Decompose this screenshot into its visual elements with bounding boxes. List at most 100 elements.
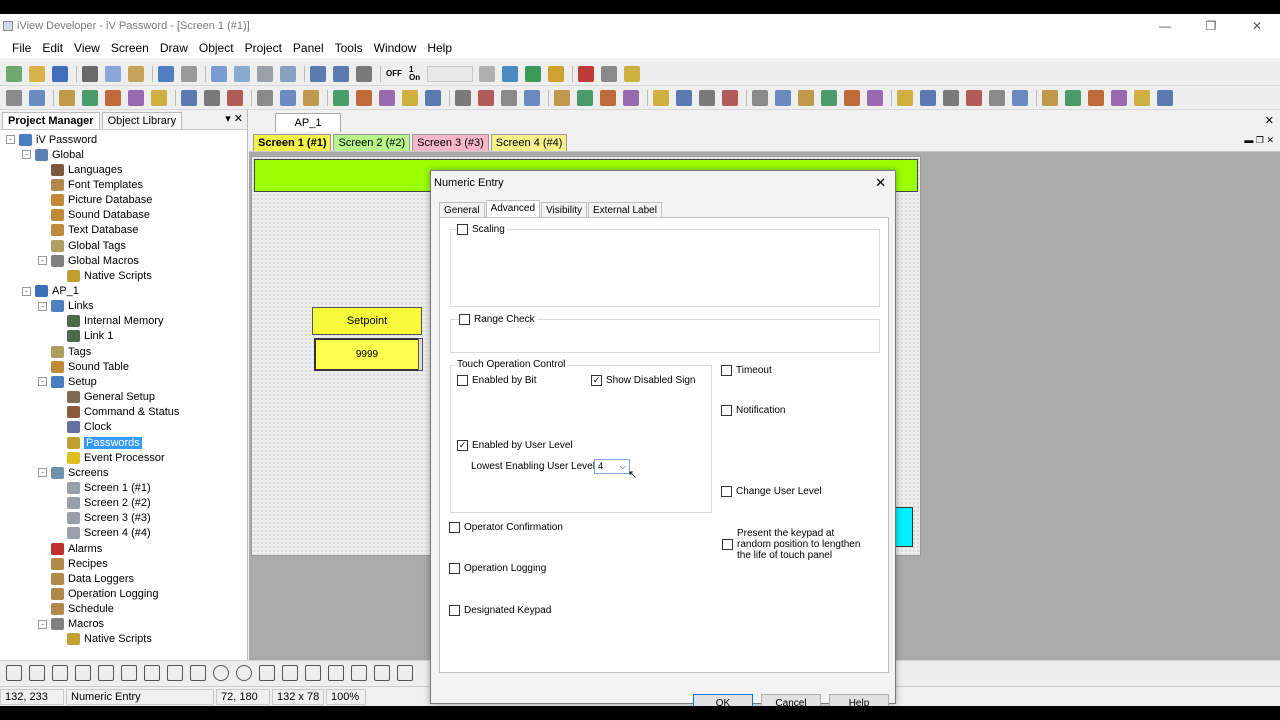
toolbar-tool-icon[interactable] — [844, 89, 860, 106]
toolbar-tool-icon[interactable] — [989, 89, 1005, 106]
tree-item[interactable]: - iV Password — [6, 132, 97, 147]
tree-item[interactable]: - Setup — [38, 374, 97, 389]
tree-item[interactable]: Screen 3 (#3) — [54, 511, 151, 526]
tree-item[interactable]: Languages — [38, 162, 122, 177]
toolbar-tool-icon[interactable] — [59, 89, 75, 106]
menu-help[interactable]: Help — [427, 41, 452, 55]
draw-tool-icon[interactable] — [236, 664, 252, 681]
toolbar-tool-icon[interactable] — [1088, 89, 1104, 106]
operator-confirmation-checkbox[interactable]: Operator Confirmation — [449, 522, 563, 533]
toolbar-tool-icon[interactable] — [280, 65, 296, 82]
toolbar-tool-icon[interactable] — [867, 89, 883, 106]
toolbar-tool-icon[interactable] — [82, 89, 98, 106]
toolbar-tool-icon[interactable] — [1012, 89, 1028, 106]
draw-tool-icon[interactable] — [167, 664, 183, 681]
toolbar-tool-icon[interactable] — [128, 89, 144, 106]
toolbar-tool-icon[interactable] — [601, 65, 618, 82]
draw-tool-icon[interactable] — [190, 664, 206, 681]
toolbar-tool-icon[interactable] — [548, 65, 565, 82]
show-disabled-sign-box[interactable]: ✓ — [591, 375, 602, 386]
lowest-level-select[interactable]: 4 ⌵ — [594, 459, 630, 474]
show-disabled-sign-checkbox[interactable]: ✓ Show Disabled Sign — [591, 375, 696, 386]
toolbar-tool-icon[interactable] — [676, 89, 692, 106]
menu-draw[interactable]: Draw — [160, 41, 188, 55]
tab-general[interactable]: General — [439, 202, 485, 218]
tree-item[interactable]: - Macros — [38, 617, 104, 632]
toolbar-tool-icon[interactable] — [333, 89, 349, 106]
draw-tool-icon[interactable] — [144, 664, 160, 681]
tree-item[interactable]: Operation Logging — [38, 587, 159, 602]
tree-item[interactable]: Screen 2 (#2) — [54, 496, 151, 511]
tree-item[interactable]: Data Loggers — [38, 571, 134, 586]
toolbar-tool-icon[interactable] — [227, 89, 243, 106]
toolbar-tool-icon[interactable] — [310, 65, 326, 82]
draw-tool-icon[interactable] — [328, 664, 344, 681]
change-user-level-checkbox[interactable]: Change User Level — [721, 486, 822, 497]
toolbar-tool-icon[interactable] — [600, 89, 616, 106]
toolbar-tool-icon[interactable] — [501, 89, 517, 106]
cancel-button[interactable]: Cancel — [761, 694, 821, 706]
toolbar-tool-icon[interactable] — [204, 89, 220, 106]
toggle-off-icon[interactable]: OFF — [386, 69, 402, 78]
tab-external-label[interactable]: External Label — [588, 202, 662, 218]
tree-expander-icon[interactable]: - — [38, 301, 47, 311]
menu-object[interactable]: Object — [199, 41, 234, 55]
toolbar-tool-icon[interactable] — [943, 89, 959, 106]
operation-logging-checkbox[interactable]: Operation Logging — [449, 563, 546, 574]
random-keypad-box[interactable] — [722, 539, 733, 550]
draw-tool-icon[interactable] — [282, 664, 298, 681]
setpoint-label-object[interactable]: Setpoint — [312, 307, 422, 335]
toolbar-tool-icon[interactable] — [52, 65, 68, 82]
operator-confirmation-box[interactable] — [449, 522, 460, 533]
toolbar-tool-icon[interactable] — [211, 65, 227, 82]
toolbar-tool-icon[interactable] — [6, 89, 22, 106]
toolbar-tool-icon[interactable] — [356, 89, 372, 106]
tree-expander-icon[interactable]: - — [38, 377, 47, 387]
toolbar-tool-icon[interactable] — [280, 89, 296, 106]
toolbar-tool-icon[interactable] — [356, 65, 372, 82]
menu-window[interactable]: Window — [374, 41, 417, 55]
toolbar-tool-icon[interactable] — [257, 65, 273, 82]
tab-project-manager[interactable]: Project Manager — [2, 112, 100, 129]
toolbar-tool-icon[interactable] — [402, 89, 418, 106]
enabled-by-bit-box[interactable] — [457, 375, 468, 386]
enabled-by-user-level-box[interactable]: ✓ — [457, 440, 468, 451]
tree-item[interactable]: Text Database — [38, 223, 138, 238]
tree-item[interactable]: Passwords — [54, 435, 142, 450]
help-button[interactable]: Help — [829, 694, 889, 706]
toolbar-tool-icon[interactable] — [158, 65, 174, 82]
tree-item[interactable]: - Links — [38, 299, 94, 314]
menu-screen[interactable]: Screen — [111, 41, 149, 55]
toolbar-tool-icon[interactable] — [105, 65, 121, 82]
tab-screen-4[interactable]: Screen 4 (#4) — [490, 134, 568, 151]
draw-tool-icon[interactable] — [52, 664, 68, 681]
draw-tool-icon[interactable] — [75, 664, 91, 681]
draw-tool-icon[interactable] — [259, 664, 275, 681]
operation-logging-box[interactable] — [449, 563, 460, 574]
tree-expander-icon[interactable]: - — [22, 150, 31, 160]
toolbar-tool-icon[interactable] — [29, 65, 45, 82]
tree-item[interactable]: - Global — [22, 147, 84, 162]
tree-item[interactable]: Screen 1 (#1) — [54, 480, 151, 495]
toolbar-tool-icon[interactable] — [623, 89, 639, 106]
menu-project[interactable]: Project — [245, 41, 282, 55]
tab-object-library[interactable]: Object Library — [101, 112, 183, 129]
tree-item[interactable]: Screen 4 (#4) — [54, 526, 151, 541]
toolbar-tool-icon[interactable] — [303, 89, 319, 106]
pane-controls[interactable]: ▾ ✕ — [225, 112, 243, 125]
range-check-checkbox-box[interactable] — [459, 314, 470, 325]
tree-item[interactable]: Schedule — [38, 602, 114, 617]
menu-edit[interactable]: Edit — [42, 41, 63, 55]
minimize-button[interactable]: — — [1142, 14, 1188, 38]
tab-advanced[interactable]: Advanced — [485, 200, 541, 218]
tab-screen-2[interactable]: Screen 2 (#2) — [333, 134, 411, 151]
close-button[interactable]: ✕ — [1234, 14, 1280, 38]
toolbar-tool-icon[interactable] — [128, 65, 144, 82]
designated-keypad-box[interactable] — [449, 605, 460, 616]
toolbar-tool-icon[interactable] — [897, 89, 913, 106]
toolbar-tool-icon[interactable] — [554, 89, 570, 106]
toolbar-tool-icon[interactable] — [920, 89, 936, 106]
timeout-box[interactable] — [721, 365, 732, 376]
menu-tools[interactable]: Tools — [335, 41, 363, 55]
tree-item[interactable]: Native Scripts — [54, 268, 152, 283]
